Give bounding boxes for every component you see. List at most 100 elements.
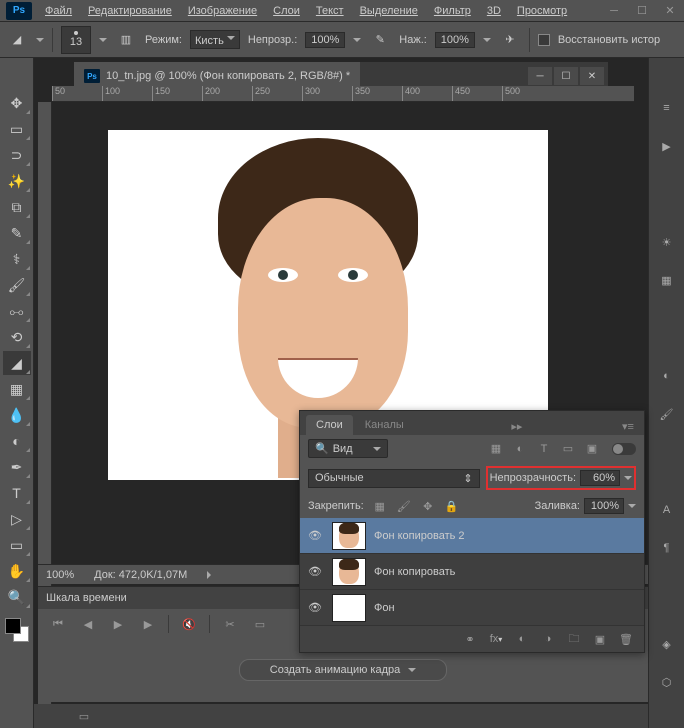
layer-thumbnail[interactable] bbox=[332, 594, 366, 622]
opacity-input[interactable]: 100% bbox=[305, 32, 345, 48]
healing-brush-tool[interactable]: ⚕ bbox=[3, 247, 31, 271]
doc-size[interactable]: Док: 472,0K/1,07M bbox=[94, 569, 187, 581]
layer-mask-icon[interactable]: ◐ bbox=[514, 632, 530, 646]
brush-dropdown-icon[interactable] bbox=[99, 38, 107, 46]
flow-slider-icon[interactable] bbox=[483, 38, 491, 46]
minimize-button[interactable]: ─ bbox=[600, 0, 628, 22]
brush-preset-picker[interactable]: 13 bbox=[61, 26, 91, 54]
close-button[interactable]: ✕ bbox=[656, 0, 684, 22]
foreground-swatch[interactable] bbox=[5, 618, 21, 634]
layer-thumbnail[interactable] bbox=[332, 558, 366, 586]
doc-close-button[interactable]: ✕ bbox=[580, 67, 604, 85]
layer-fx-icon[interactable]: fx▾ bbox=[488, 632, 504, 646]
zoom-level[interactable]: 100% bbox=[46, 569, 74, 581]
layer-opacity-input[interactable]: 60% bbox=[580, 470, 620, 486]
timeline-prev-frame-button[interactable]: ◀ bbox=[78, 615, 98, 633]
new-layer-icon[interactable]: ▣ bbox=[592, 632, 608, 646]
layer-fill-input[interactable]: 100% bbox=[584, 498, 624, 514]
layer-name[interactable]: Фон копировать bbox=[374, 566, 638, 578]
maximize-button[interactable]: ☐ bbox=[628, 0, 656, 22]
menu-3d[interactable]: 3D bbox=[480, 2, 508, 20]
timeline-audio-button[interactable]: 🔇 bbox=[179, 615, 199, 633]
eyedropper-tool[interactable]: ✎ bbox=[3, 221, 31, 245]
layer-filter-type-dropdown[interactable]: 🔍 Вид bbox=[308, 439, 388, 458]
dodge-tool[interactable]: ◐ bbox=[3, 429, 31, 453]
link-layers-icon[interactable]: ⚭ bbox=[462, 632, 478, 646]
timeline-first-frame-button[interactable]: ⏮ bbox=[48, 615, 68, 633]
layer-row[interactable]: 👁 Фон копировать bbox=[300, 554, 644, 590]
color-swatches[interactable] bbox=[5, 618, 29, 642]
filter-smart-icon[interactable]: ▣ bbox=[584, 442, 600, 456]
opacity-slider-icon[interactable] bbox=[624, 476, 632, 484]
magic-wand-tool[interactable]: ✨ bbox=[3, 169, 31, 193]
brush-panel-icon[interactable]: ▥ bbox=[115, 29, 137, 51]
brush-tool[interactable]: 🖌 bbox=[3, 273, 31, 297]
pen-tool[interactable]: ✒ bbox=[3, 455, 31, 479]
blend-mode-dropdown[interactable]: Обычные ⇕ bbox=[308, 469, 480, 488]
doc-maximize-button[interactable]: ☐ bbox=[554, 67, 578, 85]
layer-name[interactable]: Фон копировать 2 bbox=[374, 530, 638, 542]
layer-row[interactable]: 👁 Фон bbox=[300, 590, 644, 626]
layers-dock-icon[interactable]: ◈ bbox=[657, 634, 677, 654]
filter-type-icon[interactable]: T bbox=[536, 442, 552, 456]
timeline-transition-button[interactable]: ▭ bbox=[250, 615, 270, 633]
airbrush-icon[interactable]: ✈ bbox=[499, 29, 521, 51]
layer-group-icon[interactable]: 🗀 bbox=[566, 632, 582, 646]
pressure-opacity-icon[interactable]: ✎ bbox=[369, 29, 391, 51]
character-panel-icon[interactable]: A bbox=[657, 500, 677, 520]
tool-preset-dropdown-icon[interactable] bbox=[36, 38, 44, 46]
visibility-toggle[interactable]: 👁 bbox=[306, 599, 324, 617]
restore-history-checkbox[interactable] bbox=[538, 34, 550, 46]
menu-image[interactable]: Изображение bbox=[181, 2, 264, 20]
status-flyout-icon[interactable] bbox=[207, 571, 215, 579]
path-selection-tool[interactable]: ▷ bbox=[3, 507, 31, 531]
menu-layers[interactable]: Слои bbox=[266, 2, 307, 20]
clone-stamp-tool[interactable]: ⧟ bbox=[3, 299, 31, 323]
doc-minimize-button[interactable]: ─ bbox=[528, 67, 552, 85]
adjustments-panel-icon[interactable]: ◐ bbox=[657, 366, 677, 386]
swatches-panel-icon[interactable]: ▦ bbox=[657, 270, 677, 290]
lock-all-icon[interactable]: 🔒 bbox=[444, 499, 460, 513]
timeline-next-frame-button[interactable]: ▶ bbox=[138, 615, 158, 633]
panel-collapse-icon[interactable]: ▸▸ bbox=[507, 418, 526, 435]
filter-shape-icon[interactable]: ▭ bbox=[560, 442, 576, 456]
shape-tool[interactable]: ▭ bbox=[3, 533, 31, 557]
paragraph-panel-icon[interactable]: ¶ bbox=[657, 538, 677, 558]
filter-toggle[interactable] bbox=[612, 443, 636, 455]
mode-dropdown[interactable]: Кисть bbox=[190, 30, 240, 49]
lock-pixels-icon[interactable]: 🖌 bbox=[396, 499, 412, 513]
type-tool[interactable]: T bbox=[3, 481, 31, 505]
menu-text[interactable]: Текст bbox=[309, 2, 351, 20]
timeline-convert-button[interactable]: ▭ bbox=[74, 707, 94, 725]
visibility-toggle[interactable]: 👁 bbox=[306, 527, 324, 545]
move-tool[interactable]: ✥ bbox=[3, 91, 31, 115]
menu-view[interactable]: Просмотр bbox=[510, 2, 574, 20]
channels-dock-icon[interactable]: ⬡ bbox=[657, 672, 677, 692]
horizontal-ruler[interactable]: 50 100 150 200 250 300 350 400 450 500 bbox=[52, 86, 634, 102]
layer-name[interactable]: Фон bbox=[374, 602, 638, 614]
menu-select[interactable]: Выделение bbox=[353, 2, 425, 20]
blur-tool[interactable]: 💧 bbox=[3, 403, 31, 427]
tab-channels[interactable]: Каналы bbox=[355, 415, 414, 435]
zoom-tool[interactable]: 🔍 bbox=[3, 585, 31, 609]
fill-slider-icon[interactable] bbox=[628, 504, 636, 512]
create-frame-animation-button[interactable]: Создать анимацию кадра bbox=[239, 659, 447, 681]
eraser-tool-icon[interactable]: ◢ bbox=[6, 29, 28, 51]
filter-pixel-icon[interactable]: ▦ bbox=[488, 442, 504, 456]
delete-layer-icon[interactable]: 🗑 bbox=[618, 632, 634, 646]
crop-tool[interactable]: ⧉ bbox=[3, 195, 31, 219]
color-panel-icon[interactable]: ☀ bbox=[657, 232, 677, 252]
layer-thumbnail[interactable] bbox=[332, 522, 366, 550]
layer-row[interactable]: 👁 Фон копировать 2 bbox=[300, 518, 644, 554]
timeline-play-button[interactable]: ▶ bbox=[108, 615, 128, 633]
timeline-split-button[interactable]: ✂ bbox=[220, 615, 240, 633]
hand-tool[interactable]: ✋ bbox=[3, 559, 31, 583]
panel-menu-icon[interactable]: ▾≡ bbox=[618, 418, 638, 435]
brushes-panel-icon[interactable]: 🖌 bbox=[657, 404, 677, 424]
menu-edit[interactable]: Редактирование bbox=[81, 2, 179, 20]
opacity-slider-icon[interactable] bbox=[353, 38, 361, 46]
tab-layers[interactable]: Слои bbox=[306, 415, 353, 435]
adjustment-layer-icon[interactable]: ◑ bbox=[540, 632, 556, 646]
visibility-toggle[interactable]: 👁 bbox=[306, 563, 324, 581]
lock-position-icon[interactable]: ✥ bbox=[420, 499, 436, 513]
